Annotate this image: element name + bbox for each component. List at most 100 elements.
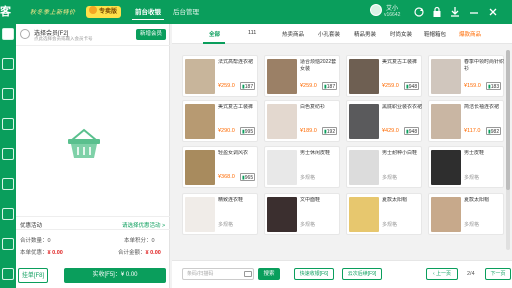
refresh-icon[interactable] <box>412 5 426 19</box>
product-image <box>185 197 215 232</box>
lock-icon[interactable] <box>430 5 444 19</box>
product-card[interactable]: 美式复古工装裤 ¥259.0 ▮948 <box>346 55 422 97</box>
stock-count: 965 <box>244 175 254 181</box>
product-name: 男士皮鞋 <box>464 150 485 156</box>
product-name: 文中面鞋 <box>300 197 321 203</box>
tab-backend[interactable]: 后台管理 <box>170 6 202 20</box>
product-card[interactable]: 文中面鞋 多规格 <box>264 193 340 235</box>
product-card[interactable]: 黑底职业装衣衣裙 ¥429.0 ▮948 <box>346 100 422 142</box>
grid-scrollbar[interactable] <box>506 50 510 250</box>
nav-more-icon[interactable] <box>2 268 14 280</box>
nav-report-icon[interactable] <box>2 178 14 190</box>
nav-cashier-icon[interactable] <box>2 28 14 40</box>
product-stock: ▮948 <box>404 127 420 135</box>
product-stock: ▮192 <box>322 127 338 135</box>
product-price: ¥259.0 <box>218 83 235 89</box>
product-image <box>267 59 297 94</box>
nav-shift-icon[interactable] <box>2 208 14 220</box>
product-multi-spec: 多规格 <box>382 222 398 228</box>
product-image <box>349 197 379 232</box>
next-page-button[interactable]: 下一页 <box>485 268 511 280</box>
product-multi-spec: 多规格 <box>300 175 316 181</box>
stock-count: 948 <box>408 84 418 90</box>
tab-front-cashier[interactable]: 前台收银 <box>132 6 164 20</box>
category-women[interactable]: 时尚女装 <box>390 30 412 38</box>
product-stock: ▮187 <box>322 82 338 90</box>
product-name: 黑底职业装衣衣裙 <box>382 104 422 110</box>
pending-button[interactable]: 云次后续[F9] <box>342 268 382 280</box>
hold-order-button[interactable]: 挂单[F8] <box>18 268 48 283</box>
order-amount: 合计金额：¥ 0.00 <box>118 248 161 256</box>
select-promotion-link[interactable]: 请选择优惠活动 > <box>122 221 165 229</box>
category-bestseller[interactable]: 爆款商品 <box>459 30 481 38</box>
product-stock: ▮187 <box>240 82 256 90</box>
product-card[interactable]: 夏款太阳帽 多规格 <box>428 193 504 235</box>
keyboard-icon[interactable] <box>244 271 252 277</box>
avatar[interactable] <box>370 4 382 16</box>
product-card[interactable]: 春季中领时尚针织衫 ¥159.0 ▮183 <box>428 55 504 97</box>
product-card[interactable]: 男士耐种小白鞋 多规格 <box>346 146 422 188</box>
category-all[interactable]: 全部 <box>209 30 220 38</box>
order-discount: 本单优惠：¥ 0.00 <box>20 248 63 256</box>
product-card[interactable]: 适合烦恼2022套女装 ¥259.0 ▮187 <box>264 55 340 97</box>
product-name: 法式高帮连衣裙 <box>218 59 254 65</box>
product-card[interactable]: 轻盈女调风衣 ¥368.0 ▮965 <box>182 146 258 188</box>
product-image <box>185 104 215 139</box>
category-set[interactable]: 小孔套装 <box>318 30 340 38</box>
user-id: v16642 <box>384 12 401 18</box>
product-multi-spec: 多规格 <box>300 222 316 228</box>
bottom-bar: 条码/扫描码 搜索 快速收银[F6] 云次后续[F9] ‹ 上一页 2/4 下一… <box>172 260 512 288</box>
active-category-indicator <box>203 42 225 44</box>
stock-count: 982 <box>490 129 500 135</box>
prev-page-button[interactable]: ‹ 上一页 <box>426 268 458 280</box>
nav-settings-icon[interactable] <box>2 238 14 250</box>
close-icon[interactable] <box>486 5 500 19</box>
category-men[interactable]: 精品男装 <box>354 30 376 38</box>
stock-count: 187 <box>326 84 336 90</box>
product-card[interactable]: 白色复纺衫 ¥189.0 ▮192 <box>264 100 340 142</box>
cart-panel: 选择会员[F2] 点此选择会员或输入会员卡号 新增会员 优惠活动 请选择优惠活动… <box>16 24 170 288</box>
product-card[interactable]: 美式复古工装裤 ¥290.0 ▮995 <box>182 100 258 142</box>
next-page-label: 下一页 <box>490 271 506 277</box>
product-multi-spec: 多规格 <box>382 175 398 181</box>
add-member-button[interactable]: 新增会员 <box>136 29 166 40</box>
nav-members-icon[interactable] <box>2 88 14 100</box>
product-name: 春季中领时尚针织衫 <box>464 59 504 72</box>
quick-checkout-button[interactable]: 快速收银[F6] <box>294 268 334 280</box>
crown-icon <box>89 6 97 14</box>
product-card[interactable]: 夏款太阳帽 多规格 <box>346 193 422 235</box>
product-card[interactable]: 精致连衣鞋 多规格 <box>182 193 258 235</box>
vip-badge[interactable]: 专卖版 <box>86 6 122 18</box>
product-card[interactable]: 男士休闲皮鞋 多规格 <box>264 146 340 188</box>
top-bar: 客 秋冬季上新特价 专卖版 前台收银 后台管理 艾小 v16642 <box>0 0 512 24</box>
product-image <box>267 150 297 185</box>
product-image <box>431 104 461 139</box>
category-111[interactable]: 111 <box>248 30 256 36</box>
product-card[interactable]: 简洁长袖连衣裙 ¥117.0 ▮982 <box>428 100 504 142</box>
prev-page-label: 上一页 <box>436 271 452 277</box>
scroll-thumb[interactable] <box>506 50 510 190</box>
product-stock: ▮183 <box>486 82 502 90</box>
product-multi-spec: 多规格 <box>218 222 234 228</box>
product-card[interactable]: 男士皮鞋 多规格 <box>428 146 504 188</box>
category-shoes-bags[interactable]: 鞋帽箱包 <box>424 30 446 38</box>
minimize-icon[interactable] <box>467 5 481 19</box>
promotion-row[interactable]: 优惠活动 请选择优惠活动 > <box>16 216 170 230</box>
category-hot[interactable]: 热卖商品 <box>282 30 304 38</box>
nav-orders-icon[interactable] <box>2 58 14 70</box>
product-name: 轻盈女调风衣 <box>218 150 249 156</box>
nav-stock-icon[interactable] <box>2 148 14 160</box>
nav-goods-icon[interactable] <box>2 118 14 130</box>
download-icon[interactable] <box>448 5 462 19</box>
member-subtitle: 点此选择会员或输入会员卡号 <box>34 36 93 41</box>
checkout-button[interactable]: 实收[F5]：¥ 0.00 <box>64 268 166 283</box>
search-button[interactable]: 搜索 <box>258 268 280 280</box>
product-name: 适合烦恼2022套女装 <box>300 59 337 72</box>
user-icon <box>20 29 30 39</box>
product-card[interactable]: 法式高帮连衣裙 ¥259.0 ▮187 <box>182 55 258 97</box>
product-price: ¥117.0 <box>464 128 481 134</box>
stock-count: 192 <box>326 129 336 135</box>
amount-label: 合计金额： <box>118 250 146 256</box>
product-price: ¥159.0 <box>464 83 481 89</box>
product-multi-spec: 多规格 <box>464 222 480 228</box>
